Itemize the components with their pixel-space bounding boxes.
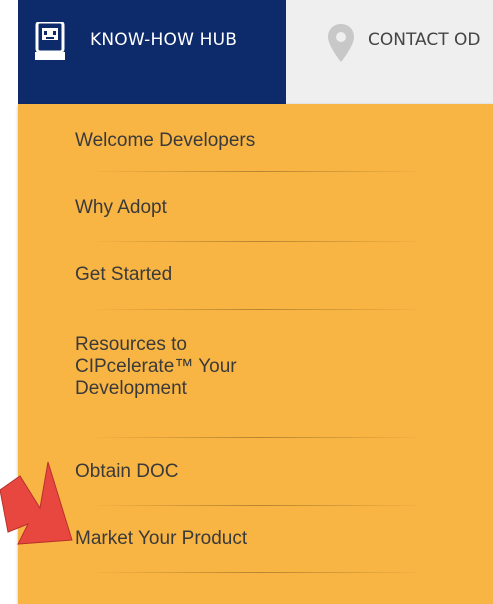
tab-contact[interactable]: CONTACT OD: [286, 0, 493, 104]
top-navigation: KNOW-HOW HUB CONTACT OD: [18, 0, 493, 105]
map-pin-icon: [328, 24, 354, 62]
menu-item-obtain-doc[interactable]: Obtain DOC: [75, 461, 405, 483]
menu-divider: [98, 572, 418, 573]
menu-item-get-started[interactable]: Get Started: [75, 264, 405, 286]
menu-divider: [98, 309, 418, 310]
tab-contact-label: CONTACT OD: [368, 30, 481, 50]
menu-item-market-your-product[interactable]: Market Your Product: [75, 528, 405, 550]
red-arrow-icon: [0, 461, 73, 545]
robot-icon: [35, 22, 65, 60]
menu-divider: [98, 241, 418, 242]
tab-know-how-hub[interactable]: KNOW-HOW HUB: [18, 0, 286, 104]
menu-divider: [98, 505, 418, 506]
menu-divider: [98, 437, 418, 438]
menu-item-resources[interactable]: Resources to CIPcelerate™ Your Developme…: [75, 334, 305, 400]
menu-divider: [98, 171, 418, 172]
menu-item-welcome-developers[interactable]: Welcome Developers: [75, 130, 405, 152]
menu-item-why-adopt[interactable]: Why Adopt: [75, 197, 405, 219]
tab-know-how-hub-label: KNOW-HOW HUB: [90, 30, 238, 50]
dropdown-menu: Welcome Developers Why Adopt Get Started…: [18, 104, 493, 604]
